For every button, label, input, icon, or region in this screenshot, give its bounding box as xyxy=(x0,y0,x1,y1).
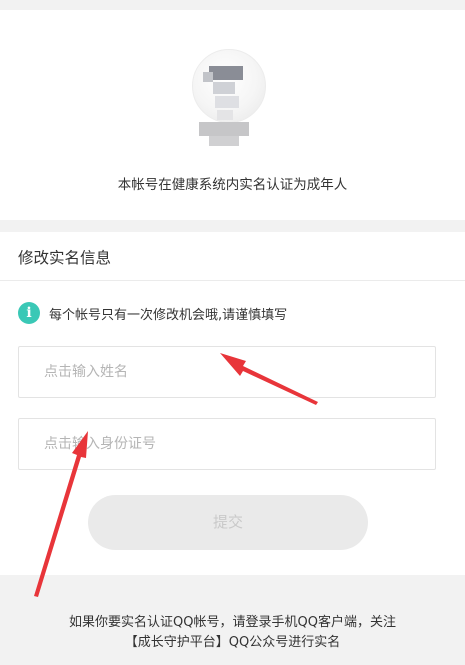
section-title: 修改实名信息 xyxy=(18,249,112,267)
footer-line-1: 如果你要实名认证QQ帐号，请登录手机QQ客户端，关注 xyxy=(69,615,396,630)
notice-text: 每个帐号只有一次修改机会哦,请谨慎填写 xyxy=(49,307,288,323)
id-number-field[interactable] xyxy=(18,418,436,470)
id-number-input[interactable] xyxy=(19,419,435,469)
blurred-pixel xyxy=(209,66,243,80)
blurred-pixel xyxy=(217,110,233,120)
blurred-pixel xyxy=(213,82,235,94)
submit-button[interactable]: 提交 xyxy=(88,495,368,550)
account-status-card: 本帐号在健康系统内实名认证为成年人 xyxy=(0,10,465,220)
info-icon: i xyxy=(18,302,40,324)
blurred-pixel xyxy=(203,72,213,82)
name-input[interactable] xyxy=(19,347,435,397)
blurred-pixel xyxy=(215,96,239,108)
divider xyxy=(0,280,465,281)
name-field[interactable] xyxy=(18,346,436,398)
modify-realname-form: 修改实名信息 i 每个帐号只有一次修改机会哦,请谨慎填写 提交 xyxy=(0,232,465,575)
notice: i 每个帐号只有一次修改机会哦,请谨慎填写 xyxy=(18,301,287,325)
adult-verification-status: 本帐号在健康系统内实名认证为成年人 xyxy=(117,177,348,193)
blurred-pixel xyxy=(209,136,239,146)
footer-line-2: 【成长守护平台】QQ公众号进行实名 xyxy=(124,635,341,650)
avatar xyxy=(187,44,269,154)
footer-note: 如果你要实名认证QQ帐号，请登录手机QQ客户端，关注 【成长守护平台】QQ公众号… xyxy=(0,613,465,653)
blurred-pixel xyxy=(199,122,249,136)
